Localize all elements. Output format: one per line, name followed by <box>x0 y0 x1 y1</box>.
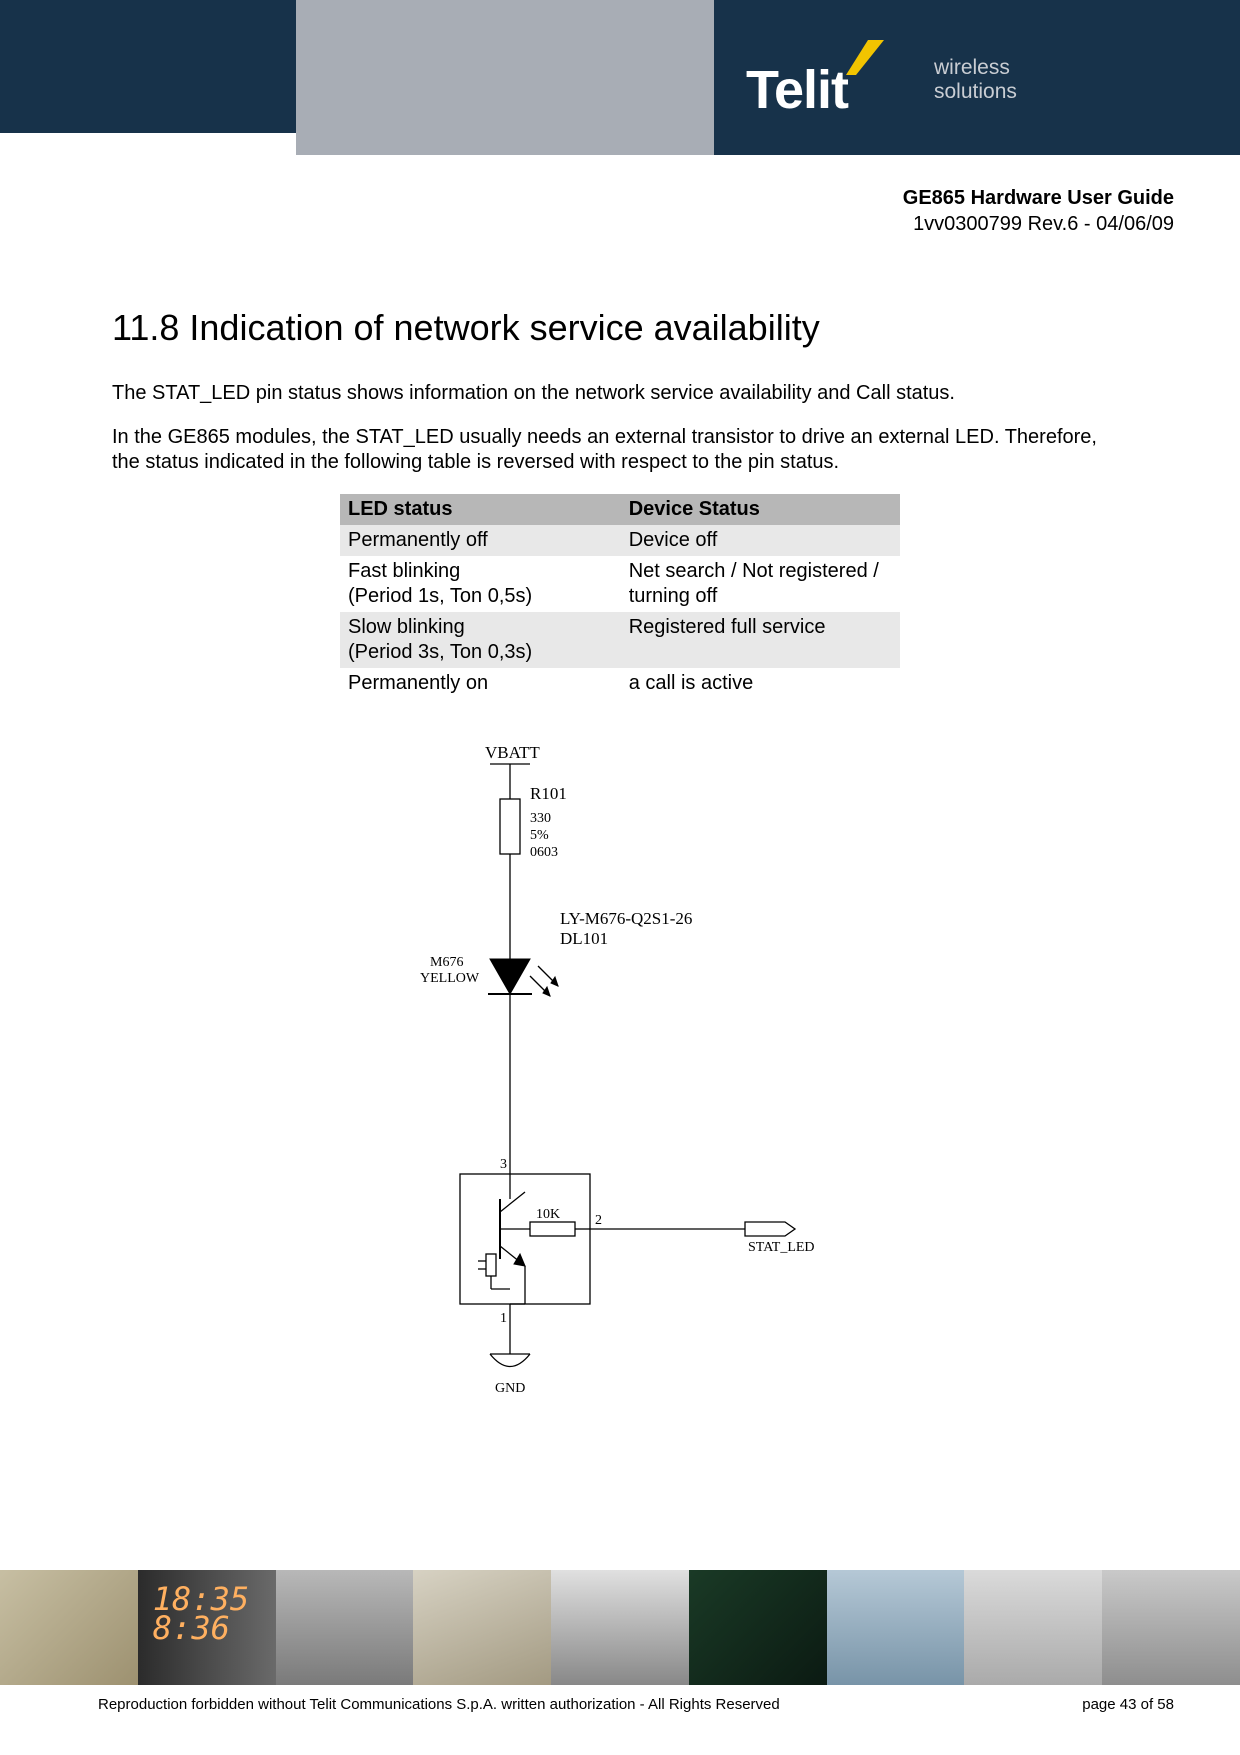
brand-tagline: wireless solutions <box>934 56 1017 104</box>
telit-logo-svg: Telit <box>746 40 916 120</box>
footer-thumb <box>276 1570 414 1685</box>
tagline-line2: solutions <box>934 80 1017 104</box>
footer-copyright: Reproduction forbidden without Telit Com… <box>98 1696 780 1713</box>
footer-thumb <box>827 1570 965 1685</box>
clock-digits: 18:35 8:36 <box>153 1585 249 1643</box>
header-block-dark-left <box>0 0 296 133</box>
header-block-grey <box>296 0 714 155</box>
brand-logo-area: Telit wireless solutions <box>746 40 1017 120</box>
schematic-diagram: VBATT R101 330 5% 0603 LY-M676-Q2S1-26 D… <box>390 744 850 1399</box>
document-revision: 1vv0300799 Rev.6 - 04/06/09 <box>0 211 1174 237</box>
schematic-svg: VBATT R101 330 5% 0603 LY-M676-Q2S1-26 D… <box>390 744 850 1399</box>
footer-page: page 43 of 58 <box>1082 1696 1174 1713</box>
footer-thumb <box>1102 1570 1240 1685</box>
cell-text: turning off <box>629 585 718 607</box>
label-r-ref: R101 <box>530 784 567 803</box>
page-header: Telit wireless solutions <box>0 0 1240 155</box>
cell-text: (Period 1s, Ton 0,5s) <box>348 585 532 607</box>
footer-image-strip: 18:35 8:36 <box>0 1570 1240 1685</box>
cell-text: Net search / Not registered / <box>629 560 879 582</box>
cell-text: a call is active <box>629 672 754 694</box>
table-row: Fast blinking (Period 1s, Ton 0,5s) Net … <box>340 556 900 612</box>
footer-thumb: 18:35 8:36 <box>138 1570 276 1685</box>
table-row: Slow blinking (Period 3s, Ton 0,3s) Regi… <box>340 612 900 668</box>
label-led-color-b: YELLOW <box>420 971 480 986</box>
footer-thumb <box>689 1570 827 1685</box>
th-led-status: LED status <box>340 494 621 525</box>
label-led-part: LY-M676-Q2S1-26 <box>560 909 692 928</box>
label-led-color-a: M676 <box>430 955 463 970</box>
paragraph-2: In the GE865 modules, the STAT_LED usual… <box>112 425 1128 476</box>
footer-thumb <box>413 1570 551 1685</box>
telit-logo: Telit <box>746 40 916 120</box>
document-body: 11.8 Indication of network service avail… <box>0 237 1240 1399</box>
tagline-line1: wireless <box>934 56 1017 80</box>
page: Telit wireless solutions GE865 Hardware … <box>0 0 1240 1755</box>
cell-text: Permanently off <box>348 529 488 551</box>
table-header-row: LED status Device Status <box>340 494 900 525</box>
footer-thumb <box>551 1570 689 1685</box>
cell-text: Device off <box>629 529 718 551</box>
footer-thumb <box>0 1570 138 1685</box>
section-heading: 11.8 Indication of network service avail… <box>112 307 1128 349</box>
label-r-val: 330 <box>530 811 551 826</box>
label-pin3: 3 <box>500 1157 507 1172</box>
label-vbatt: VBATT <box>485 744 540 762</box>
label-led-ref: DL101 <box>560 929 608 948</box>
document-meta: GE865 Hardware User Guide 1vv0300799 Rev… <box>0 155 1240 237</box>
label-pin2: 2 <box>595 1213 602 1228</box>
cell-text: Permanently on <box>348 672 488 694</box>
label-gnd: GND <box>495 1381 525 1396</box>
label-pin1: 1 <box>500 1311 507 1326</box>
label-stat-led: STAT_LED <box>748 1240 815 1255</box>
label-r2: 10K <box>536 1207 560 1222</box>
cell-text: (Period 3s, Ton 0,3s) <box>348 641 532 663</box>
cell-text: Registered full service <box>629 616 826 638</box>
cell-text: Slow blinking <box>348 616 465 638</box>
label-r-tol: 5% <box>530 828 549 843</box>
status-table: LED status Device Status Permanently off… <box>340 494 900 699</box>
footer-thumb <box>964 1570 1102 1685</box>
document-title: GE865 Hardware User Guide <box>0 185 1174 211</box>
label-r-pkg: 0603 <box>530 845 558 860</box>
th-device-status: Device Status <box>621 494 900 525</box>
cell-text: Fast blinking <box>348 560 460 582</box>
table-row: Permanently on a call is active <box>340 668 900 699</box>
svg-text:Telit: Telit <box>746 60 849 120</box>
table-row: Permanently off Device off <box>340 525 900 556</box>
footer-text: Reproduction forbidden without Telit Com… <box>98 1696 1174 1713</box>
paragraph-1: The STAT_LED pin status shows informatio… <box>112 381 1128 407</box>
